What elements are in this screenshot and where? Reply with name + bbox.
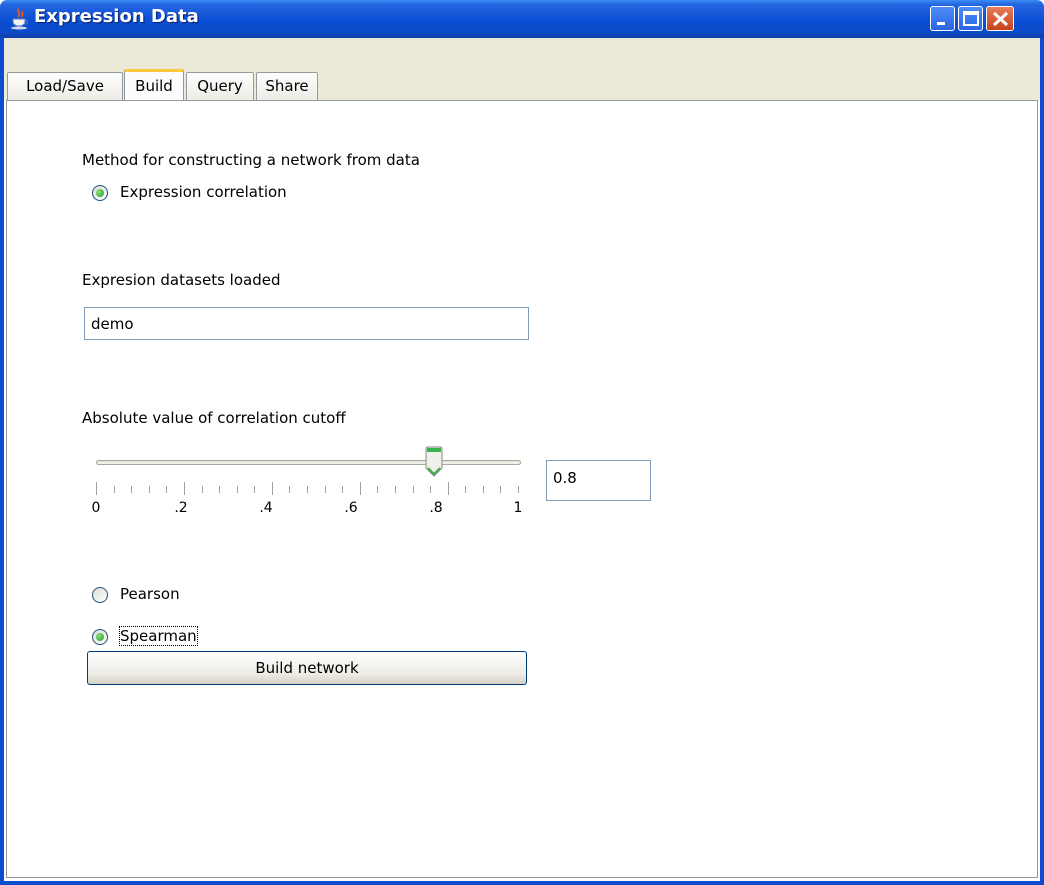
datasets-heading: Expresion datasets loaded: [82, 271, 281, 289]
slider-tick: [131, 486, 133, 493]
method-heading: Method for constructing a network from d…: [82, 151, 420, 169]
slider-tick: [148, 486, 150, 493]
slider-tick: [183, 482, 185, 495]
slider-tick: [394, 486, 396, 493]
slider-tick: [342, 486, 344, 493]
slider-tick: [166, 486, 168, 493]
minimize-icon: [937, 22, 945, 25]
slider-tick: [289, 486, 291, 493]
cutoff-slider-thumb[interactable]: [425, 446, 443, 478]
slider-tick: [219, 486, 221, 493]
window: Expression Data Load/Save Build Query Sh…: [0, 0, 1044, 885]
slider-tick: [447, 482, 449, 495]
slider-tick: [430, 486, 432, 493]
slider-tick: [201, 486, 203, 493]
pearson-radio[interactable]: [92, 587, 108, 603]
slider-tick: [236, 486, 238, 493]
slider-tick: [412, 486, 414, 493]
tick-label-0.8: .8: [429, 500, 443, 516]
close-icon: [992, 11, 1009, 27]
pearson-label[interactable]: Pearson: [120, 585, 180, 603]
tab-build[interactable]: Build: [124, 69, 184, 101]
maximize-button[interactable]: [958, 6, 983, 31]
window-title: Expression Data: [34, 6, 199, 27]
cutoff-slider-track[interactable]: [96, 460, 521, 465]
datasets-field[interactable]: demo: [84, 307, 529, 340]
slider-tick: [271, 482, 273, 495]
minimize-button[interactable]: [930, 6, 955, 31]
maximize-icon: [963, 11, 979, 26]
expression-correlation-label[interactable]: Expression correlation: [120, 183, 287, 201]
close-button[interactable]: [986, 6, 1014, 31]
slider-tick: [482, 486, 484, 493]
slider-tick: [113, 486, 115, 493]
cutoff-value-field[interactable]: 0.8: [546, 460, 651, 501]
java-cup-icon: [11, 8, 28, 30]
slider-tick: [377, 486, 379, 493]
build-panel: [6, 100, 1038, 878]
tab-load-save[interactable]: Load/Save: [7, 72, 123, 100]
slider-tick: [359, 482, 361, 495]
tab-query[interactable]: Query: [186, 72, 254, 100]
tick-label-0.4: .4: [259, 500, 273, 516]
tab-share[interactable]: Share: [256, 72, 318, 100]
slider-tick: [307, 486, 308, 493]
slider-tick: [324, 486, 326, 493]
title-bar[interactable]: Expression Data: [0, 0, 1044, 38]
expression-correlation-radio[interactable]: [92, 185, 108, 201]
slider-tick: [254, 486, 256, 493]
build-network-button[interactable]: Build network: [87, 651, 527, 685]
tick-label-0.2: .2: [174, 500, 188, 516]
cutoff-heading: Absolute value of correlation cutoff: [82, 409, 346, 427]
tick-label-1: 1: [513, 500, 523, 516]
slider-tick: [518, 486, 519, 493]
spearman-label[interactable]: Spearman: [119, 626, 198, 646]
tick-label-0: 0: [91, 500, 101, 516]
slider-tick: [96, 482, 97, 495]
spearman-radio[interactable]: [92, 629, 108, 645]
slider-tick: [500, 486, 502, 493]
tick-label-0.6: .6: [344, 500, 358, 516]
slider-tick: [465, 486, 467, 493]
